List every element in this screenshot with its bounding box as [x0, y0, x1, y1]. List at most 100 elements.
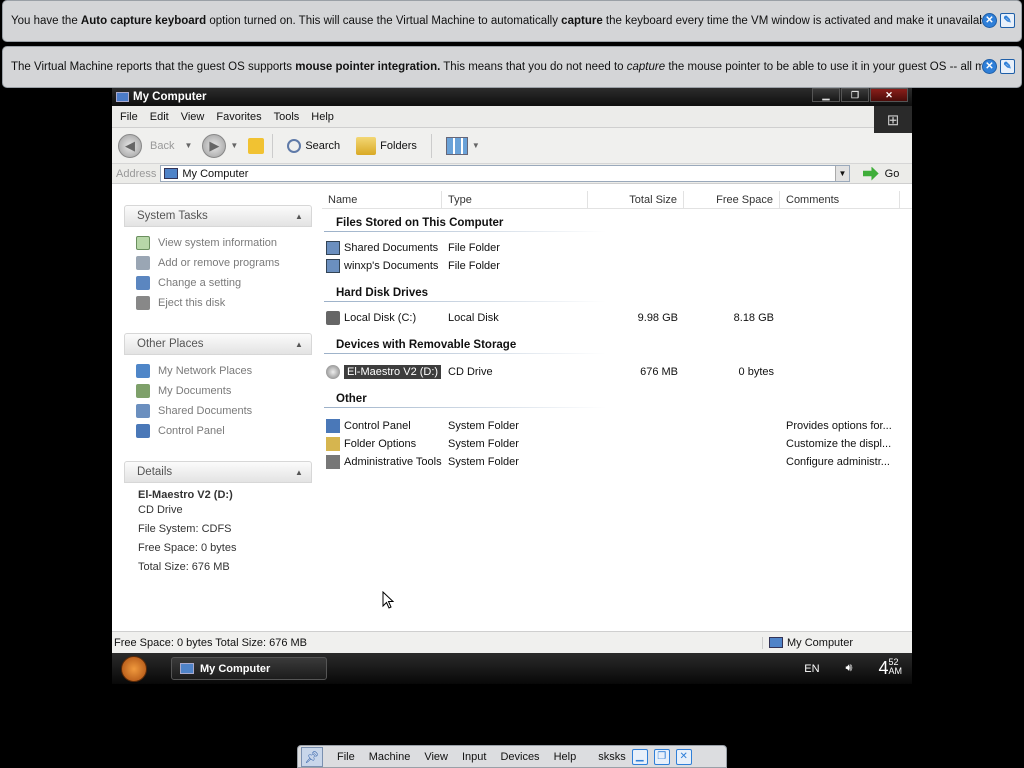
my-computer-icon — [164, 168, 179, 179]
back-dropdown-icon[interactable]: ▼ — [184, 141, 192, 150]
search-icon — [287, 138, 302, 153]
address-bar: Address My Computer ▼ Go — [112, 164, 912, 184]
forward-dropdown-icon[interactable]: ▼ — [230, 141, 238, 150]
add-remove-programs-link[interactable]: Add or remove programs — [136, 253, 312, 273]
column-name[interactable]: Name — [322, 191, 442, 208]
views-button[interactable]: ▼ — [445, 136, 486, 155]
change-setting-link[interactable]: Change a setting — [136, 273, 312, 293]
admin-tools-icon — [326, 455, 340, 469]
details-type: CD Drive — [138, 504, 183, 516]
column-type[interactable]: Type — [442, 191, 588, 208]
vm-menu-input[interactable]: Input — [462, 751, 486, 763]
restore-icon[interactable]: ❐ — [653, 748, 670, 765]
windows-logo-icon: ⊞ — [874, 106, 912, 133]
language-indicator[interactable]: EN — [804, 663, 819, 675]
window-titlebar[interactable]: My Computer ▁ ❐ ✕ — [112, 88, 912, 106]
details-panel: Details ▲ El-Maestro V2 (D:) CD Drive Fi… — [124, 461, 312, 580]
vm-menu-help[interactable]: Help — [554, 751, 577, 763]
guest-screen: My Computer ▁ ❐ ✕ File Edit View Favorit… — [112, 88, 912, 684]
pin-icon[interactable]: 📌︎ — [301, 746, 323, 767]
list-item[interactable]: Shared Documents File Folder — [322, 239, 912, 257]
eject-disk-link[interactable]: Eject this disk — [136, 293, 312, 313]
vm-menu-machine[interactable]: Machine — [369, 751, 411, 763]
menu-view[interactable]: View — [177, 111, 213, 123]
back-arrow-icon[interactable]: ◀ — [118, 133, 142, 158]
close-icon[interactable]: ✕ — [675, 748, 692, 765]
menu-help[interactable]: Help — [307, 111, 342, 123]
details-header[interactable]: Details ▲ — [124, 461, 312, 483]
file-list: Name Type Total Size Free Space Comments… — [322, 191, 912, 631]
list-item[interactable]: Control Panel System Folder Provides opt… — [322, 417, 912, 435]
mouse-integration-notice: The Virtual Machine reports that the gue… — [2, 46, 1022, 88]
folder-icon — [326, 241, 340, 255]
clock[interactable]: 4 52 AM — [878, 658, 902, 679]
system-tasks-header[interactable]: System Tasks ▲ — [124, 205, 312, 227]
minimize-icon[interactable]: ▁ — [631, 748, 648, 765]
standard-toolbar: ◀ Back ▼ ▶ ▼ Search Folders ▼ — [112, 128, 912, 164]
collapse-chevron-icon[interactable]: ▲ — [293, 466, 305, 478]
address-label: Address — [116, 167, 157, 180]
shared-documents-link[interactable]: Shared Documents — [136, 401, 312, 421]
collapse-chevron-icon[interactable]: ▲ — [293, 338, 305, 350]
vm-mini-toolbar: 📌︎ File Machine View Input Devices Help … — [297, 745, 727, 768]
column-free-space[interactable]: Free Space — [684, 191, 780, 208]
close-button[interactable]: ✕ — [870, 88, 908, 102]
programs-icon — [136, 256, 150, 270]
close-notice-icon[interactable]: ✕ — [982, 59, 997, 74]
back-button-label[interactable]: Back — [150, 140, 174, 152]
volume-icon[interactable]: 🔊︎ — [846, 662, 853, 675]
status-zone: My Computer — [787, 636, 854, 649]
vm-menu-view[interactable]: View — [424, 751, 448, 763]
view-system-info-link[interactable]: View system information — [136, 233, 312, 253]
up-folder-icon[interactable] — [248, 137, 265, 154]
task-pane: System Tasks ▲ View system information A… — [112, 191, 322, 631]
address-dropdown-icon[interactable]: ▼ — [835, 166, 849, 181]
group-header: Files Stored on This Computer — [322, 209, 912, 232]
window-title: My Computer — [133, 91, 207, 103]
group-header: Hard Disk Drives — [322, 279, 912, 302]
minimize-button[interactable]: ▁ — [812, 88, 840, 102]
close-notice-icon[interactable]: ✕ — [982, 13, 997, 28]
column-total-size[interactable]: Total Size — [588, 191, 684, 208]
go-button[interactable]: Go — [850, 166, 912, 181]
details-filesystem: File System: CDFS — [138, 523, 232, 535]
system-tasks-panel: System Tasks ▲ View system information A… — [124, 205, 312, 313]
collapse-chevron-icon[interactable]: ▲ — [293, 210, 305, 222]
column-comments[interactable]: Comments — [780, 191, 900, 208]
dont-show-again-icon[interactable]: ✎ — [1000, 13, 1015, 28]
list-item-selected[interactable]: El-Maestro V2 (D:) CD Drive 676 MB 0 byt… — [322, 363, 912, 381]
maximize-button[interactable]: ❐ — [841, 88, 869, 102]
menu-favorites[interactable]: Favorites — [212, 111, 269, 123]
other-places-panel: Other Places ▲ My Network Places My Docu… — [124, 333, 312, 441]
my-computer-icon — [180, 663, 194, 674]
vm-menu-file[interactable]: File — [337, 751, 355, 763]
explorer-content: System Tasks ▲ View system information A… — [112, 191, 912, 631]
list-item[interactable]: Administrative Tools System Folder Confi… — [322, 453, 912, 471]
search-button[interactable]: Search — [287, 138, 340, 153]
my-documents-link[interactable]: My Documents — [136, 381, 312, 401]
list-item[interactable]: Local Disk (C:) Local Disk 9.98 GB 8.18 … — [322, 309, 912, 327]
folders-button[interactable]: Folders — [356, 136, 417, 155]
menu-edit[interactable]: Edit — [146, 111, 177, 123]
mouse-cursor-icon — [382, 591, 394, 609]
list-item[interactable]: Folder Options System Folder Customize t… — [322, 435, 912, 453]
forward-arrow-icon[interactable]: ▶ — [202, 133, 227, 158]
views-icon — [445, 136, 468, 155]
control-panel-link[interactable]: Control Panel — [136, 421, 312, 441]
menu-tools[interactable]: Tools — [270, 111, 308, 123]
vm-name: sksks — [598, 750, 626, 763]
details-free-space: Free Space: 0 bytes — [138, 542, 237, 554]
vm-menu-devices[interactable]: Devices — [500, 751, 539, 763]
dont-show-again-icon[interactable]: ✎ — [1000, 59, 1015, 74]
folder-options-icon — [326, 437, 340, 451]
other-places-header[interactable]: Other Places ▲ — [124, 333, 312, 355]
column-headers: Name Type Total Size Free Space Comments — [322, 191, 912, 209]
address-input[interactable]: My Computer ▼ — [160, 165, 850, 182]
keyboard-capture-notice: You have the Auto capture keyboard optio… — [2, 0, 1022, 42]
my-network-places-link[interactable]: My Network Places — [136, 361, 312, 381]
list-item[interactable]: winxp's Documents File Folder — [322, 257, 912, 275]
start-button[interactable] — [121, 655, 147, 682]
menu-file[interactable]: File — [116, 111, 146, 123]
my-computer-icon — [769, 637, 783, 648]
taskbar-app-my-computer[interactable]: My Computer — [171, 657, 327, 680]
